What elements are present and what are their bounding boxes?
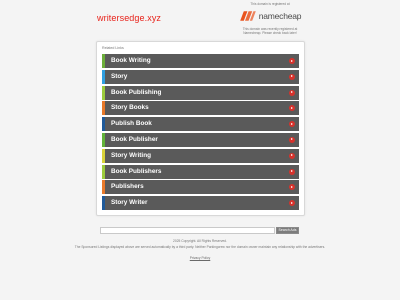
related-link-label: Story Books xyxy=(111,104,149,112)
arrow-right-icon xyxy=(289,168,295,175)
related-link-label: Story Writer xyxy=(111,199,148,207)
search-ads-button[interactable]: Search Ads xyxy=(276,227,299,234)
related-link-row[interactable]: Publish Book xyxy=(102,117,299,132)
related-links-title: Related Links xyxy=(102,46,124,50)
link-accent-bar xyxy=(102,132,105,147)
related-link-row[interactable]: Story Writer xyxy=(102,196,299,211)
link-accent-bar xyxy=(102,148,105,163)
namecheap-wordmark: namecheap xyxy=(258,11,302,21)
arrow-right-icon xyxy=(289,184,295,191)
related-link-row[interactable]: Book Publishers xyxy=(102,164,299,179)
arrow-right-icon xyxy=(289,105,295,112)
related-links-list: Book Writing Story Book Publishing Story Bo… xyxy=(102,54,299,212)
registrar-box: This domain is registered at namecheap T… xyxy=(234,2,306,35)
arrow-right-icon xyxy=(289,89,295,96)
link-accent-bar xyxy=(102,54,105,68)
arrow-right-icon xyxy=(289,58,295,64)
arrow-right-icon xyxy=(289,121,295,128)
related-link-label: Book Publishers xyxy=(111,167,162,175)
namecheap-brand[interactable]: namecheap xyxy=(234,9,306,23)
related-link-row[interactable]: Publishers xyxy=(102,180,299,195)
related-link-row[interactable]: Book Publisher xyxy=(102,132,299,147)
search-input[interactable] xyxy=(100,227,275,234)
link-accent-bar xyxy=(102,117,105,132)
related-link-label: Story Writing xyxy=(111,151,152,159)
related-link-label: Book Publishing xyxy=(111,88,162,96)
footer: 2025 Copyright. All Rights Reserved. The… xyxy=(70,239,330,261)
link-accent-bar xyxy=(102,196,105,211)
privacy-policy-link[interactable]: Privacy Policy xyxy=(70,256,330,260)
domain-title: writersedge.xyz xyxy=(97,13,162,23)
link-accent-bar xyxy=(102,164,105,179)
registrar-note: This domain was recently registered at N… xyxy=(242,27,298,35)
related-link-row[interactable]: Story xyxy=(102,69,299,84)
related-link-label: Book Writing xyxy=(111,57,151,64)
related-link-row[interactable]: Story Writing xyxy=(102,148,299,163)
related-link-row[interactable]: Story Books xyxy=(102,101,299,116)
related-links-panel: Related Links Book Writing Story Book Publ… xyxy=(96,41,305,216)
namecheap-logo-icon xyxy=(239,11,256,21)
arrow-right-icon xyxy=(289,73,295,80)
related-link-label: Publish Book xyxy=(111,120,152,128)
related-link-label: Publishers xyxy=(111,183,144,191)
arrow-right-icon xyxy=(289,152,295,159)
related-link-label: Book Publisher xyxy=(111,135,158,143)
link-accent-bar xyxy=(102,85,105,100)
related-link-label: Story xyxy=(111,72,128,80)
copyright-text: 2025 Copyright. All Rights Reserved. xyxy=(173,239,227,243)
registrar-top-text: This domain is registered at xyxy=(250,2,290,6)
disclaimer-text: The Sponsored Listings displayed above a… xyxy=(74,245,326,250)
arrow-right-icon xyxy=(289,200,295,207)
link-accent-bar xyxy=(102,69,105,84)
related-link-row[interactable]: Book Writing xyxy=(102,54,299,68)
link-accent-bar xyxy=(102,101,105,116)
link-accent-bar xyxy=(102,180,105,195)
related-link-row[interactable]: Book Publishing xyxy=(102,85,299,100)
search-bar: Search Ads xyxy=(100,227,299,234)
arrow-right-icon xyxy=(289,136,295,143)
